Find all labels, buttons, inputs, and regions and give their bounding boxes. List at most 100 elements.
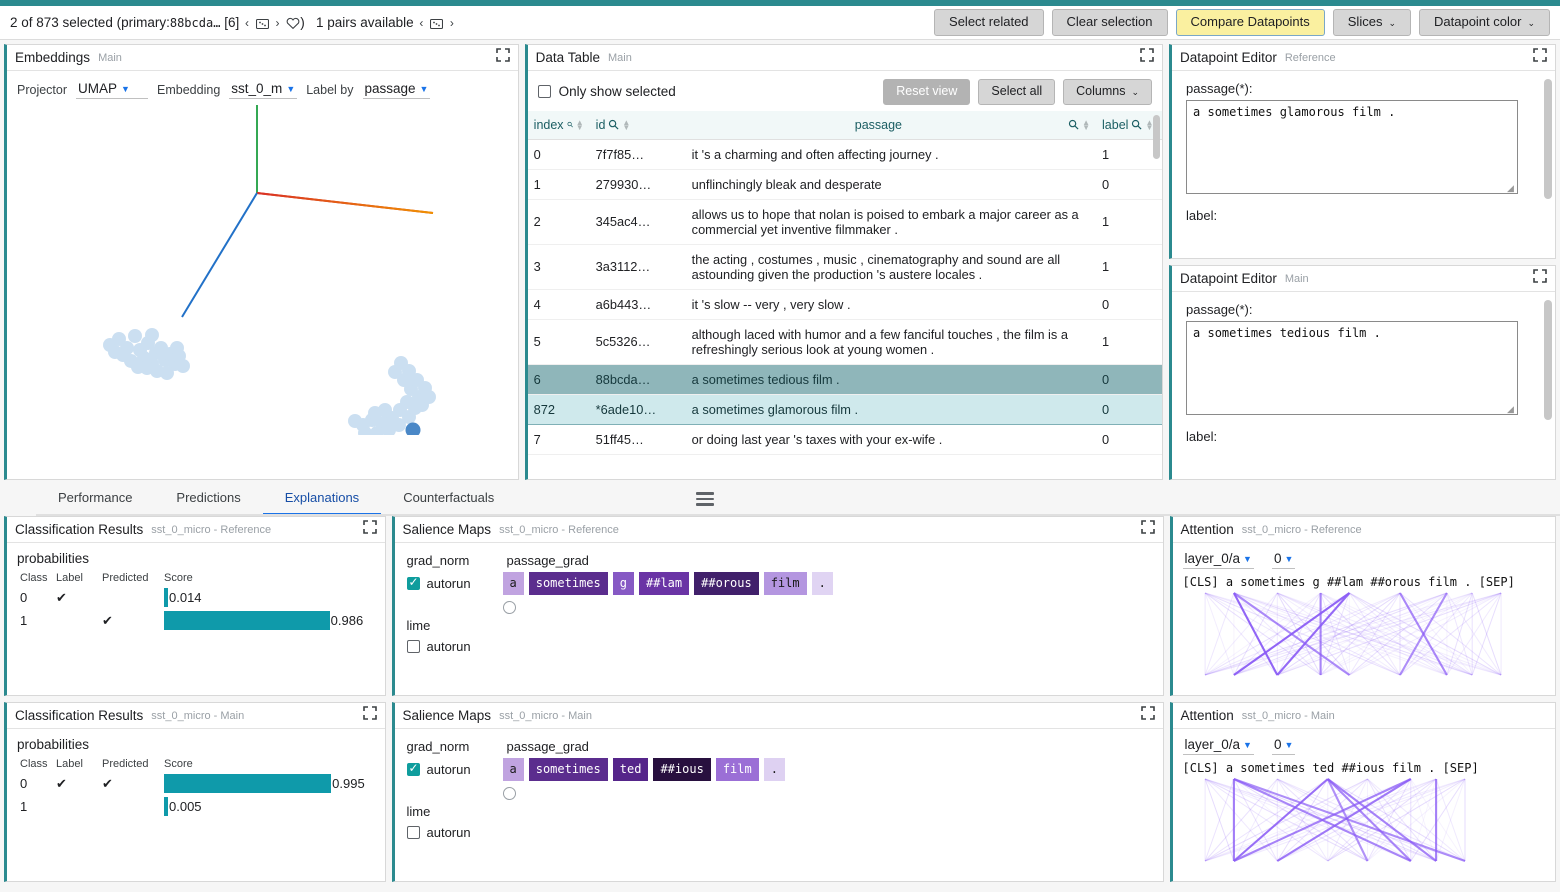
tab-performance[interactable]: Performance [36,490,154,516]
expand-icon[interactable] [362,520,377,539]
random-pair-icon[interactable] [429,16,444,31]
search-icon[interactable] [1131,119,1142,130]
salience-token-chip[interactable]: ##orous [694,572,759,595]
column-header-passage[interactable]: passage ▲ ▼ [685,110,1097,140]
search-icon[interactable] [1068,119,1079,130]
table-row[interactable]: 5 5c5326… although laced with humor and a … [527,319,1163,365]
expand-icon[interactable] [495,48,510,67]
labelby-select[interactable]: passage ▼ [362,81,431,99]
datapoint-color-dropdown[interactable]: Datapoint color ⌄ [1419,9,1550,36]
lime-autorun-checkbox[interactable] [406,640,420,653]
table-row[interactable]: 3 3a3112… the acting , costumes , music , … [527,244,1163,290]
table-row[interactable]: 7 51ff45… or doing last year 's taxes with… [527,424,1163,455]
lime-autorun-control[interactable]: autorun [406,825,493,840]
tab-predictions[interactable]: Predictions [154,490,262,516]
passage-textarea[interactable] [1186,321,1519,415]
salience-token-chip[interactable]: g [612,572,634,595]
resize-handle-icon[interactable]: ◢ [1507,405,1516,414]
attention-head-select[interactable]: 0 ▼ [1271,737,1296,755]
salience-token-chip[interactable]: . [811,572,833,595]
salience-token-chip[interactable]: ##lam [639,572,690,595]
table-row[interactable]: 0 7f7f85… it 's a charming and often affec… [527,139,1163,170]
attention-layer-select[interactable]: layer_0/a ▼ [1182,737,1254,755]
tab-explanations[interactable]: Explanations [262,490,382,516]
passage-textarea[interactable] [1186,100,1519,194]
salience-token-chip[interactable]: film [715,758,759,781]
lime-autorun-checkbox[interactable] [406,826,420,839]
salience-token-chip[interactable]: a [502,572,524,595]
chevron-down-icon: ⌄ [1527,18,1535,29]
prev-pair-icon[interactable]: ‹ [417,16,425,30]
data-table-controls: Only show selected Reset view Select all… [528,71,1162,111]
reset-view-button[interactable]: Reset view [883,79,971,105]
salience-token-chip[interactable]: film [763,572,807,595]
slices-dropdown[interactable]: Slices ⌄ [1332,9,1411,36]
menu-hamburger-icon[interactable] [696,492,715,516]
favorite-heart-icon[interactable] [285,16,300,31]
label-check-icon [53,795,99,818]
salience-token-chip[interactable]: sometimes [528,572,608,595]
data-table-scroll-area[interactable]: index ▲ ▼ id ▲ ▼ passage ▲ ▼ label ▲ ▼ 0… [527,110,1163,479]
tab-counterfactuals[interactable]: Counterfactuals [381,490,516,516]
grad-autorun-checkbox[interactable] [406,761,420,776]
expand-icon[interactable] [1140,48,1154,67]
salience-grad-row: autorun asometimested##iousfilm. [406,758,1151,781]
editor-scrollbar[interactable] [1544,300,1552,420]
grad-autorun-control[interactable]: autorun [406,761,493,777]
salience-field-name: passage_grad [506,739,589,754]
editor-scrollbar[interactable] [1544,79,1552,199]
expand-icon[interactable] [1533,269,1547,288]
expand-icon[interactable] [1140,706,1155,725]
random-datapoint-icon[interactable] [255,16,270,31]
resize-handle-icon[interactable]: ◢ [1507,184,1516,193]
run-salience-button[interactable] [502,787,516,800]
expand-icon[interactable] [1140,520,1155,539]
select-all-button[interactable]: Select all [978,79,1056,105]
table-row[interactable]: 2 345ac4… allows us to hope that nolan is … [527,199,1163,245]
column-header-id[interactable]: id ▲ ▼ [589,110,686,140]
next-pair-icon[interactable]: › [448,16,456,30]
expand-icon[interactable] [362,706,377,725]
select-related-button[interactable]: Select related [934,9,1044,36]
salience-token-chip[interactable]: sometimes [528,758,608,781]
attention-head-select[interactable]: 0 ▼ [1271,551,1296,569]
salience-token-chip[interactable]: . [763,758,785,781]
salience-lime-row: autorun [406,825,1151,840]
prev-datapoint-icon[interactable]: ‹ [243,16,251,30]
sort-arrows-icon[interactable]: ▲ ▼ [576,118,584,131]
attention-reference-header: Attention sst_0_micro - Reference [1172,517,1555,543]
table-row[interactable]: 872 *6ade10… a sometimes glamorous film .0 [527,393,1163,425]
lime-autorun-label: autorun [426,825,471,840]
grad-autorun-checkbox[interactable] [406,575,420,590]
attention-graph-wrap[interactable] [1183,777,1546,863]
expand-icon[interactable] [1533,48,1547,67]
table-row[interactable]: 4 a6b443… it 's slow -- very , very slow .… [527,289,1163,320]
clear-selection-button[interactable]: Clear selection [1051,9,1168,36]
embeddings-scatter-canvas[interactable] [7,105,518,479]
salience-token-chip[interactable]: ted [612,758,649,781]
column-header-index[interactable]: index ▲ ▼ [527,110,590,140]
attention-layer-select[interactable]: layer_0/a ▼ [1182,551,1254,569]
search-icon[interactable] [567,119,573,130]
sort-arrows-icon[interactable]: ▲ ▼ [622,118,630,131]
embedding-value: sst_0_m [231,81,283,96]
only-show-selected-checkbox[interactable] [537,85,551,99]
salience-token-chip[interactable]: ##ious [653,758,711,781]
lime-autorun-control[interactable]: autorun [406,639,493,654]
cell-index: 872 [527,393,590,425]
embedding-select[interactable]: sst_0_m ▼ [229,81,298,99]
table-row[interactable]: 1 279930… unflinchingly bleak and desperat… [527,169,1163,200]
compare-datapoints-button[interactable]: Compare Datapoints [1175,9,1325,36]
run-salience-button[interactable] [502,601,516,614]
columns-dropdown[interactable]: Columns ⌄ [1063,79,1153,105]
attention-graph-wrap[interactable] [1183,591,1546,677]
next-datapoint-icon[interactable]: › [274,16,282,30]
data-table-scrollbar[interactable] [1153,114,1161,159]
search-icon[interactable] [608,119,619,130]
projector-select[interactable]: UMAP ▼ [76,81,149,99]
salience-token-chip[interactable]: a [502,758,524,781]
sort-arrows-icon[interactable]: ▲ ▼ [1082,118,1090,131]
table-row[interactable]: 6 88bcda… a sometimes tedious film .0 [527,364,1163,395]
grad-autorun-control[interactable]: autorun [406,575,493,591]
projector-value: UMAP [78,81,118,96]
